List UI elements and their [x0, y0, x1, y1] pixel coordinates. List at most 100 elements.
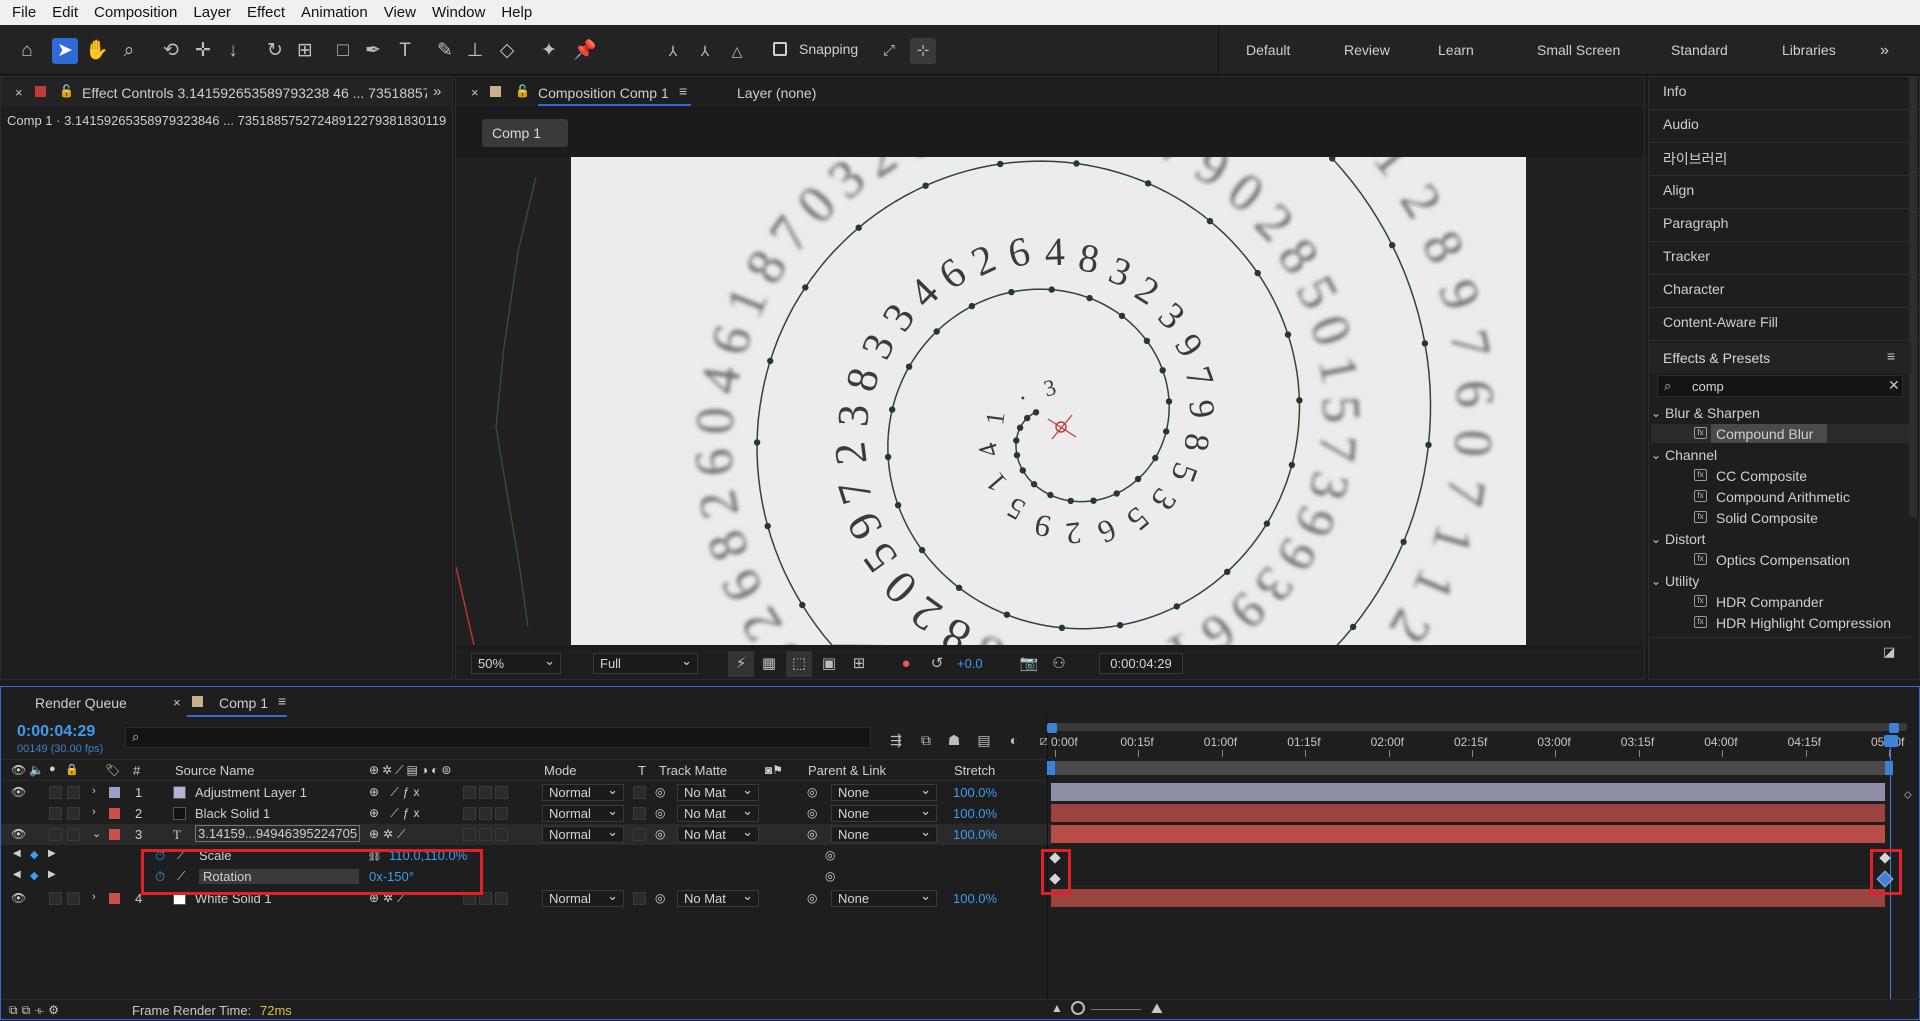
source-name-column[interactable]: Source Name	[175, 763, 254, 778]
motion-path-keyframe[interactable]	[1030, 481, 1038, 488]
menu-help[interactable]: Help	[493, 4, 540, 21]
motion-blur-icon[interactable]: ◐	[1001, 727, 1027, 753]
motion-path-keyframe[interactable]	[1206, 217, 1214, 225]
motion-path-keyframe[interactable]	[894, 502, 902, 509]
effect-item[interactable]: Compound Arithmetic	[1716, 489, 1850, 505]
chevron-right-icon[interactable]: ›	[92, 806, 96, 818]
chevron-down-icon[interactable]: ⌄	[92, 827, 101, 840]
layer-bar-1[interactable]	[1051, 783, 1885, 801]
label-column-icon[interactable]: 🏷	[105, 763, 120, 777]
effect-category[interactable]: Distort	[1665, 531, 1705, 547]
zoom-dropdown[interactable]: 50%	[471, 651, 561, 674]
effect-category[interactable]: Blur & Sharpen	[1665, 405, 1760, 421]
switch-box[interactable]	[479, 828, 492, 841]
stretch-value[interactable]: 100.0%	[953, 891, 997, 906]
brush-tool-icon[interactable]: ✎	[432, 38, 458, 64]
layer-name[interactable]: 3.14159...94946395224705	[195, 825, 361, 842]
preserve-transparency-toggle[interactable]	[633, 892, 646, 905]
panel-menu-icon[interactable]: ≡	[278, 693, 286, 709]
current-time-indicator[interactable]	[1884, 735, 1898, 747]
world-axis-icon[interactable]: ⅄	[692, 38, 718, 64]
panel-7[interactable]: Character	[1663, 281, 1724, 297]
matte-pickwhip-icon[interactable]: ◎	[655, 827, 665, 841]
add-keyframe-icon[interactable]: ◆	[30, 869, 38, 882]
layer-row[interactable]: 👁 › 1 Adjustment Layer 1 ⊕ ⟋ƒx Normal ◎ No Mat ◎…	[1, 782, 1051, 803]
motion-path-keyframe[interactable]	[918, 546, 926, 554]
show-snapshot-icon[interactable]: ⚇	[1046, 651, 1072, 677]
effect-item[interactable]: CC Composite	[1716, 468, 1807, 484]
effect-item[interactable]: HDR Compander	[1716, 594, 1823, 610]
panel-6[interactable]: Tracker	[1663, 248, 1710, 264]
motion-path-keyframe[interactable]	[802, 284, 809, 291]
label-color[interactable]	[109, 829, 120, 840]
reset-exposure-icon[interactable]: ↺	[924, 651, 950, 677]
fast-previews-icon[interactable]: ⚡	[728, 651, 754, 677]
solo-toggle[interactable]	[49, 786, 62, 799]
menu-file[interactable]: File	[4, 4, 44, 21]
close-icon[interactable]: ×	[471, 85, 479, 100]
motion-path-keyframe[interactable]	[1284, 331, 1292, 338]
motion-path-keyframe[interactable]	[1047, 491, 1054, 499]
layer-switch-icons[interactable]: ⊕ ⟋ƒx	[369, 785, 423, 800]
menu-window[interactable]: Window	[424, 4, 493, 21]
layer-bar-2[interactable]	[1051, 804, 1885, 822]
home-icon[interactable]: ⌂	[14, 38, 40, 64]
chevron-right-icon[interactable]: ›	[92, 891, 96, 903]
panel-overflow-icon[interactable]: »	[433, 83, 441, 100]
dolly-camera-icon[interactable]: ↓	[220, 38, 246, 64]
effects-search-input[interactable]: ⌕ comp ✕	[1657, 375, 1903, 397]
panel-2[interactable]: Audio	[1663, 116, 1699, 132]
motion-path-keyframe[interactable]	[1113, 490, 1120, 497]
motion-path-keyframe[interactable]	[1048, 286, 1055, 293]
effect-item[interactable]: Compound Blur	[1716, 426, 1813, 442]
current-time-display[interactable]: 0:00:04:29	[17, 723, 95, 741]
lock-icon[interactable]: 🔓	[515, 84, 530, 98]
orbit-camera-icon[interactable]: ⟲	[158, 38, 184, 64]
type-tool-icon[interactable]: T	[392, 38, 418, 64]
parent-dropdown[interactable]: None	[831, 824, 937, 843]
zoom-slider[interactable]	[1091, 1009, 1141, 1010]
zoom-out-icon[interactable]: ▲	[1051, 1001, 1063, 1015]
motion-path-keyframe[interactable]	[1349, 623, 1357, 631]
stretch-value[interactable]: 100.0%	[953, 785, 997, 800]
disclosure-chevron-icon[interactable]: ⌄	[1651, 448, 1661, 462]
frame-blending-icon[interactable]: ▤	[971, 727, 997, 753]
workspace-overflow-icon[interactable]: »	[1880, 42, 1889, 60]
rectangle-tool-icon[interactable]: □	[330, 38, 356, 64]
composition-tab[interactable]: Composition Comp 1	[538, 85, 669, 101]
parent-dropdown[interactable]: None	[831, 782, 937, 801]
add-keyframe-icon[interactable]: ◆	[30, 848, 38, 861]
channel-icon[interactable]: ●	[893, 651, 919, 677]
matte-pickwhip-icon[interactable]: ◎	[655, 891, 665, 905]
preserve-transparency-toggle[interactable]	[633, 828, 646, 841]
panel-4[interactable]: Align	[1663, 182, 1694, 198]
eye-icon[interactable]: 👁	[11, 891, 26, 905]
motion-path-keyframe[interactable]	[855, 224, 862, 231]
panel-menu-icon[interactable]: ≡	[679, 83, 687, 99]
selection-tool-icon[interactable]: ➤	[52, 38, 78, 64]
snapping-checkbox[interactable]	[773, 42, 787, 56]
draft-3d-icon[interactable]: ⧉	[913, 727, 939, 753]
new-preset-icon[interactable]: ◪	[1883, 644, 1895, 660]
motion-path-keyframe[interactable]	[1118, 312, 1126, 320]
pen-tool-icon[interactable]: ✒	[360, 38, 386, 64]
effect-controls-tab[interactable]: Effect Controls 3.141592653589793238 46 …	[82, 85, 427, 101]
clone-stamp-icon[interactable]: ⊥	[462, 38, 488, 64]
label-color[interactable]	[109, 893, 120, 904]
grid-guides-icon[interactable]: ⊞	[846, 651, 872, 677]
roto-brush-icon[interactable]: ✦	[536, 38, 562, 64]
motion-path-keyframe[interactable]	[1003, 611, 1011, 618]
prev-keyframe-icon[interactable]: ◀	[13, 869, 21, 880]
motion-path-keyframe[interactable]	[1073, 160, 1080, 167]
menu-effect[interactable]: Effect	[239, 4, 293, 21]
layer-search-input[interactable]: ⌕	[125, 727, 871, 748]
resolution-dropdown[interactable]: Full	[593, 651, 698, 674]
motion-path-keyframe[interactable]	[1263, 520, 1271, 527]
motion-path-keyframe[interactable]	[905, 363, 913, 370]
composition-viewer[interactable]: 8419716939937510582097494459230781640628…	[456, 157, 1644, 645]
parent-dropdown[interactable]: None	[831, 888, 937, 907]
menu-animation[interactable]: Animation	[293, 4, 376, 21]
rotation-tool-icon[interactable]: ↻	[262, 38, 288, 64]
preserve-transparency-toggle[interactable]	[633, 786, 646, 799]
lock-toggle[interactable]	[67, 786, 80, 799]
